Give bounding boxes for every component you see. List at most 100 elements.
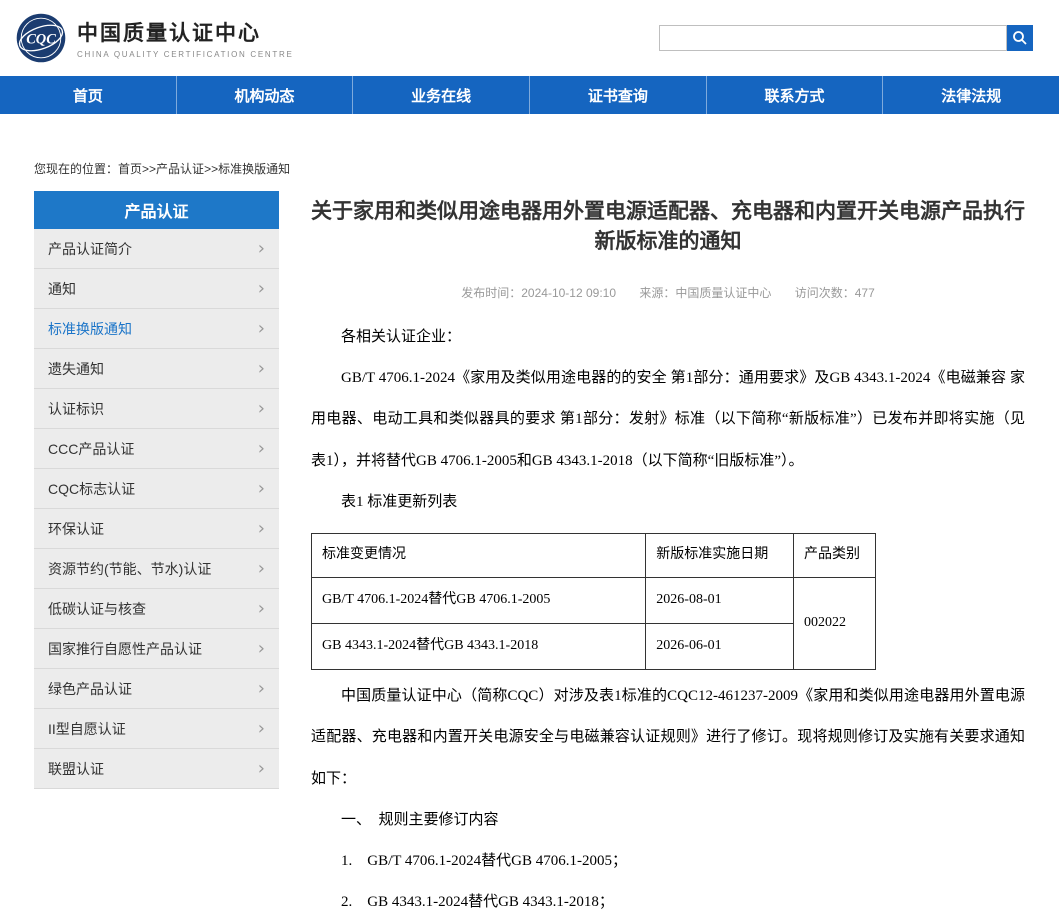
sidebar-item[interactable]: II型自愿认证 › [34, 709, 279, 749]
sidebar-item-label: 标准换版通知 [48, 319, 132, 339]
cell-date: 2026-06-01 [646, 624, 794, 670]
breadcrumb-label: 您现在的位置： [34, 162, 118, 176]
article: 关于家用和类似用途电器用外置电源适配器、充电器和内置开关电源产品执行新版标准的通… [311, 191, 1025, 924]
search-button[interactable] [1007, 25, 1033, 51]
source-label: 来源： [639, 286, 675, 300]
sidebar-item-label: 低碳认证与核查 [48, 599, 146, 619]
nav-item-certificate-query[interactable]: 证书查询 [529, 76, 706, 114]
sidebar-item[interactable]: 资源节约(节能、节水)认证› [34, 549, 279, 589]
sidebar-item[interactable]: 联盟认证 › [34, 749, 279, 789]
sidebar-item[interactable]: 绿色产品认证 › [34, 669, 279, 709]
sidebar-item-label: 联盟认证 [48, 759, 104, 779]
section-heading-1: 一、 规则主要修订内容 [311, 800, 1025, 841]
sidebar-item-label: 产品认证简介 [48, 239, 132, 259]
cqc-logo-icon: CQC [14, 11, 68, 65]
sidebar-item-label: 认证标识 [48, 399, 104, 419]
article-meta: 发布时间：2024-10-12 09:10 来源：中国质量认证中心 访问次数：4… [311, 284, 1025, 301]
sidebar-item[interactable]: CCC产品认证 › [34, 429, 279, 469]
nav-item-contact[interactable]: 联系方式 [706, 76, 883, 114]
visit-count-label: 访问次数： [795, 286, 855, 300]
cell-category: 002022 [794, 578, 876, 670]
sidebar-item-label: 通知 [48, 279, 76, 299]
sidebar-item[interactable]: 认证标识 › [34, 389, 279, 429]
list-item-1: 1. GB/T 4706.1-2024替代GB 4706.1-2005； [311, 841, 1025, 882]
table-header-row: 标准变更情况 新版标准实施日期 产品类别 [312, 534, 876, 578]
chevron-right-icon: › [258, 520, 265, 538]
nav-item-laws[interactable]: 法律法规 [882, 76, 1059, 114]
sidebar-item[interactable]: 产品认证简介 › [34, 229, 279, 269]
columns: 产品认证 产品认证简介› 通知› 标准换版通知› 遗失通知› 认证标识› CCC [34, 191, 1025, 924]
breadcrumb-current[interactable]: 标准换版通知 [218, 162, 290, 176]
chevron-right-icon: › [258, 440, 265, 458]
sidebar: 产品认证 产品认证简介› 通知› 标准换版通知› 遗失通知› 认证标识› CCC [34, 191, 279, 789]
sidebar-item-label: 绿色产品认证 [48, 679, 132, 699]
chevron-right-icon: › [258, 480, 265, 498]
publish-time-label: 发布时间： [461, 286, 521, 300]
col-header-change: 标准变更情况 [312, 534, 646, 578]
site-header: CQC 中国质量认证中心 CHINA QUALITY CERTIFICATION… [0, 0, 1059, 76]
table-row: GB 4343.1-2024替代GB 4343.1-2018 2026-06-0… [312, 624, 876, 670]
sidebar-item-label: 遗失通知 [48, 359, 104, 379]
sidebar-item[interactable]: 环保认证 › [34, 509, 279, 549]
cell-change: GB 4343.1-2024替代GB 4343.1-2018 [312, 624, 646, 670]
sidebar-item-label: II型自愿认证 [48, 719, 126, 739]
chevron-right-icon: › [258, 360, 265, 378]
sidebar-item-label: 国家推行自愿性产品认证 [48, 639, 202, 659]
breadcrumb-separator: >> [204, 162, 218, 176]
sidebar-item[interactable]: 遗失通知 › [34, 349, 279, 389]
cell-change: GB/T 4706.1-2024替代GB 4706.1-2005 [312, 578, 646, 624]
svg-text:CQC: CQC [26, 31, 56, 47]
page: CQC 中国质量认证中心 CHINA QUALITY CERTIFICATION… [0, 0, 1059, 924]
chevron-right-icon: › [258, 320, 265, 338]
chevron-right-icon: › [258, 400, 265, 418]
chevron-right-icon: › [258, 680, 265, 698]
publish-time-value: 2024-10-12 09:10 [521, 286, 616, 300]
chevron-right-icon: › [258, 720, 265, 738]
main-nav: 首页 机构动态 业务在线 证书查询 联系方式 法律法规 [0, 76, 1059, 114]
sidebar-item-label: 环保认证 [48, 519, 104, 539]
visit-count: 访问次数：477 [795, 286, 875, 300]
sidebar-item-label: CQC标志认证 [48, 479, 135, 499]
sidebar-item-active[interactable]: 标准换版通知 › [34, 309, 279, 349]
sidebar-item[interactable]: 低碳认证与核查 › [34, 589, 279, 629]
cqc-logo[interactable]: CQC [14, 11, 68, 65]
sidebar-title: 产品认证 [34, 191, 279, 229]
sidebar-item[interactable]: 国家推行自愿性产品认证 › [34, 629, 279, 669]
chevron-right-icon: › [258, 760, 265, 778]
search-icon [1012, 30, 1028, 46]
cell-date: 2026-08-01 [646, 578, 794, 624]
breadcrumb-home[interactable]: 首页 [118, 162, 142, 176]
nav-item-home[interactable]: 首页 [0, 76, 176, 114]
breadcrumb: 您现在的位置：首页>>产品认证>>标准换版通知 [34, 160, 1025, 177]
salutation: 各相关认证企业： [311, 317, 1025, 358]
breadcrumb-product-cert[interactable]: 产品认证 [156, 162, 204, 176]
nav-item-news[interactable]: 机构动态 [176, 76, 353, 114]
table-caption: 表1 标准更新列表 [311, 482, 1025, 523]
sidebar-item-label: 资源节约(节能、节水)认证 [48, 559, 211, 579]
article-body: 各相关认证企业： GB/T 4706.1-2024《家用及类似用途电器的的安全 … [311, 317, 1025, 924]
chevron-right-icon: › [258, 640, 265, 658]
paragraph-2: 中国质量认证中心（简称CQC）对涉及表1标准的CQC12-461237-2009… [311, 676, 1025, 800]
table-row: GB/T 4706.1-2024替代GB 4706.1-2005 2026-08… [312, 578, 876, 624]
search-bar [659, 25, 1033, 51]
source: 来源：中国质量认证中心 [639, 286, 771, 300]
visit-count-value: 477 [855, 286, 875, 300]
source-value: 中国质量认证中心 [675, 286, 771, 300]
content-area: 您现在的位置：首页>>产品认证>>标准换版通知 产品认证 产品认证简介› 通知›… [0, 160, 1059, 924]
col-header-category: 产品类别 [794, 534, 876, 578]
standards-update-table: 标准变更情况 新版标准实施日期 产品类别 GB/T 4706.1-2024替代G… [311, 533, 876, 670]
publish-time: 发布时间：2024-10-12 09:10 [461, 286, 616, 300]
chevron-right-icon: › [258, 280, 265, 298]
article-title: 关于家用和类似用途电器用外置电源适配器、充电器和内置开关电源产品执行新版标准的通… [311, 197, 1025, 258]
paragraph-1: GB/T 4706.1-2024《家用及类似用途电器的的安全 第1部分：通用要求… [311, 358, 1025, 482]
sidebar-item[interactable]: CQC标志认证 › [34, 469, 279, 509]
breadcrumb-separator: >> [142, 162, 156, 176]
sidebar-item-label: CCC产品认证 [48, 439, 134, 459]
nav-item-online-business[interactable]: 业务在线 [352, 76, 529, 114]
site-title-block: 中国质量认证中心 CHINA QUALITY CERTIFICATION CEN… [77, 17, 294, 59]
chevron-right-icon: › [258, 240, 265, 258]
chevron-right-icon: › [258, 600, 265, 618]
search-input[interactable] [659, 25, 1007, 51]
site-subtitle: CHINA QUALITY CERTIFICATION CENTRE [77, 50, 294, 59]
sidebar-item[interactable]: 通知 › [34, 269, 279, 309]
